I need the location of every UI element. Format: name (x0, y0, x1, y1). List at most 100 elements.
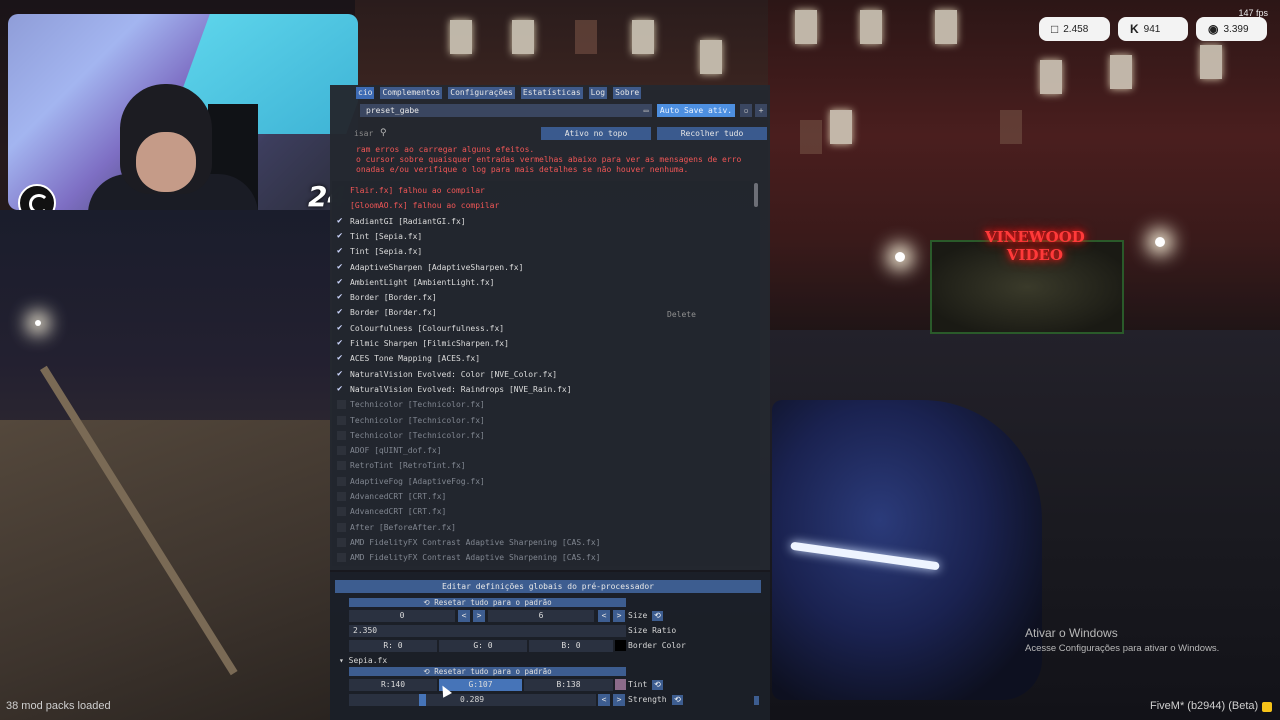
panel-scrollbar[interactable] (754, 696, 759, 705)
effect-row[interactable]: ✔ Tint [Sepia.fx] (332, 229, 742, 244)
effect-row[interactable]: ✔ Tint [Sepia.fx] (332, 244, 742, 259)
street-lamp (35, 320, 41, 326)
effect-row[interactable]: AMD FidelityFX Contrast Adaptive Sharpen… (332, 550, 742, 565)
size-x-field[interactable]: 0 (349, 610, 455, 622)
effect-row[interactable]: AdvancedCRT [CRT.fx] (332, 489, 742, 504)
effect-row[interactable]: Technicolor [Technicolor.fx] (332, 413, 742, 428)
effect-row[interactable]: ✔ AdaptiveSharpen [AdaptiveSharpen.fx] (332, 260, 742, 275)
checkbox-unchecked[interactable] (337, 476, 346, 486)
tab-settings[interactable]: Configurações (448, 87, 515, 99)
checkbox-checked-icon[interactable]: ✔ (337, 216, 346, 226)
effect-row[interactable]: Technicolor [Technicolor.fx] (332, 397, 742, 412)
border-color-label: Border Color (628, 641, 686, 650)
effect-row[interactable]: RetroTint [RetroTint.fx] (332, 458, 742, 473)
effect-row[interactable]: ✔ Colourfulness [Colourfulness.fx] (332, 321, 742, 336)
reset-all-button[interactable]: ⟲ Resetar tudo para o padrão (349, 598, 626, 607)
effect-row[interactable]: ✔ RadiantGI [RadiantGI.fx] (332, 214, 742, 229)
effect-row[interactable]: Flair.fx] falhou ao compilar (332, 183, 742, 198)
checkbox-checked-icon[interactable]: ✔ (337, 354, 346, 363)
border-r-field[interactable]: R: 0 (349, 640, 437, 652)
effect-row[interactable]: AdvancedCRT [CRT.fx] (332, 504, 742, 519)
preset-selector[interactable]: preset_gabe (360, 104, 642, 117)
tab-home[interactable]: cio (356, 87, 375, 99)
checkbox-unchecked[interactable] (337, 430, 346, 440)
checkbox-unchecked[interactable] (337, 553, 346, 563)
effect-row[interactable]: [GloomAO.fx] falhou ao compilar (332, 198, 742, 213)
stream-stats: □ 2.458 K 941 ◉ 3.399 (1039, 17, 1267, 41)
tint-color-swatch[interactable] (615, 679, 626, 690)
effects-list[interactable]: Delete Flair.fx] falhou ao compilar [Gloo… (332, 181, 760, 566)
checkbox-checked-icon[interactable]: ✔ (337, 308, 346, 317)
tint-reset-icon[interactable]: ⟲ (652, 680, 663, 690)
effect-label: Border [Border.fx] (350, 293, 437, 303)
checkbox-unchecked[interactable] (337, 507, 346, 517)
checkbox-checked-icon[interactable]: ✔ (337, 231, 346, 241)
effect-row[interactable]: Technicolor [Technicolor.fx] (332, 428, 742, 443)
checkbox-checked-icon[interactable]: ✔ (337, 262, 346, 272)
checkbox-unchecked[interactable] (337, 492, 346, 501)
active-on-top-button[interactable]: Ativo no topo (541, 127, 651, 140)
checkbox-unchecked[interactable] (337, 400, 346, 410)
effect-label: NaturalVision Evolved: Raindrops [NVE_Ra… (350, 384, 572, 394)
effect-row[interactable]: ✔ NaturalVision Evolved: Color [NVE_Color… (332, 367, 742, 382)
size-y-field[interactable]: 6 (488, 610, 594, 622)
effect-row[interactable]: ADOF [qUINT_dof.fx] (332, 443, 742, 458)
checkbox-checked-icon[interactable]: ✔ (337, 339, 346, 348)
strength-decrement[interactable]: < (598, 694, 610, 706)
checkbox-checked-icon[interactable]: ✔ (337, 323, 346, 333)
effect-row[interactable]: ✔ Border [Border.fx] (332, 290, 742, 305)
checkbox-unchecked[interactable] (337, 415, 346, 425)
globe-icon: ◉ (1208, 22, 1219, 36)
effect-row[interactable]: ✔ AmbientLight [AmbientLight.fx] (332, 275, 742, 290)
border-b-field[interactable]: B: 0 (529, 640, 613, 652)
border-g-field[interactable]: G: 0 (439, 640, 527, 652)
tab-about[interactable]: Sobre (613, 87, 642, 99)
window-light (1000, 110, 1022, 144)
tab-addons[interactable]: Complementos (380, 87, 443, 99)
checkbox-checked-icon[interactable]: ✔ (337, 247, 346, 256)
size-x-decrement[interactable]: < (458, 610, 470, 622)
tint-g-field[interactable]: G:107 (439, 679, 522, 691)
effect-row[interactable]: ✔ NaturalVision Evolved: Raindrops [NVE_R… (332, 382, 742, 397)
tint-b-field[interactable]: B:138 (524, 679, 613, 691)
effect-row[interactable]: ✔ Filmic Sharpen [FilmicSharpen.fx] (332, 336, 742, 351)
checkbox-unchecked[interactable] (337, 537, 346, 547)
size-reset-icon[interactable]: ⟲ (652, 611, 663, 621)
strength-value: 0.289 (460, 695, 485, 704)
folder-icon[interactable]: ▭ (640, 104, 652, 117)
effect-row[interactable]: ✔ ACES Tone Mapping [ACES.fx] (332, 351, 742, 366)
size-ratio-field[interactable]: 2.350 (349, 625, 626, 637)
effect-row[interactable]: After [BeforeAfter.fx] (332, 520, 742, 535)
strength-slider-grab[interactable] (419, 694, 426, 706)
collapse-all-button[interactable]: Recolher tudo (657, 127, 767, 140)
checkbox-checked-icon[interactable]: ✔ (337, 293, 346, 302)
effect-row[interactable]: AMD FidelityFX Contrast Adaptive Sharpen… (332, 535, 742, 550)
checkbox-checked-icon[interactable]: ✔ (337, 277, 346, 287)
effect-row[interactable]: AdaptiveFog [AdaptiveFog.fx] (332, 474, 742, 489)
strength-increment[interactable]: > (613, 694, 625, 706)
checkbox-checked-icon[interactable]: ✔ (337, 369, 346, 379)
strength-reset-icon[interactable]: ⟲ (672, 695, 683, 705)
add-preset-icon[interactable]: + (755, 104, 767, 117)
search-input[interactable]: isar (354, 127, 373, 141)
reset-sepia-button[interactable]: ⟲ Resetar tudo para o padrão (349, 667, 626, 676)
checkbox-unchecked[interactable] (337, 461, 346, 471)
tint-r-field[interactable]: R:140 (349, 679, 437, 691)
size-y-increment[interactable]: > (613, 610, 625, 622)
save-preset-icon[interactable]: ▫ (740, 104, 752, 117)
window-light (512, 20, 534, 54)
auto-save-button[interactable]: Auto Save ativ. (657, 104, 735, 117)
tab-statistics[interactable]: Estatísticas (520, 87, 583, 99)
checkbox-unchecked[interactable] (337, 446, 346, 456)
checkbox-checked-icon[interactable]: ✔ (337, 384, 346, 394)
border-color-swatch[interactable] (615, 640, 626, 651)
effects-scrollbar[interactable] (754, 183, 758, 207)
size-y-decrement[interactable]: < (598, 610, 610, 622)
checkbox-unchecked[interactable] (337, 522, 346, 532)
size-x-increment[interactable]: > (473, 610, 485, 622)
tab-log[interactable]: Log (588, 87, 608, 99)
effect-row[interactable]: ✔ Border [Border.fx] (332, 305, 742, 320)
preprocessor-header-button[interactable]: Editar definições globais do pré-process… (335, 580, 761, 593)
effect-label: Flair.fx] falhou ao compilar (350, 186, 485, 195)
sepia-tree-node[interactable]: ▾ Sepia.fx (339, 656, 387, 665)
